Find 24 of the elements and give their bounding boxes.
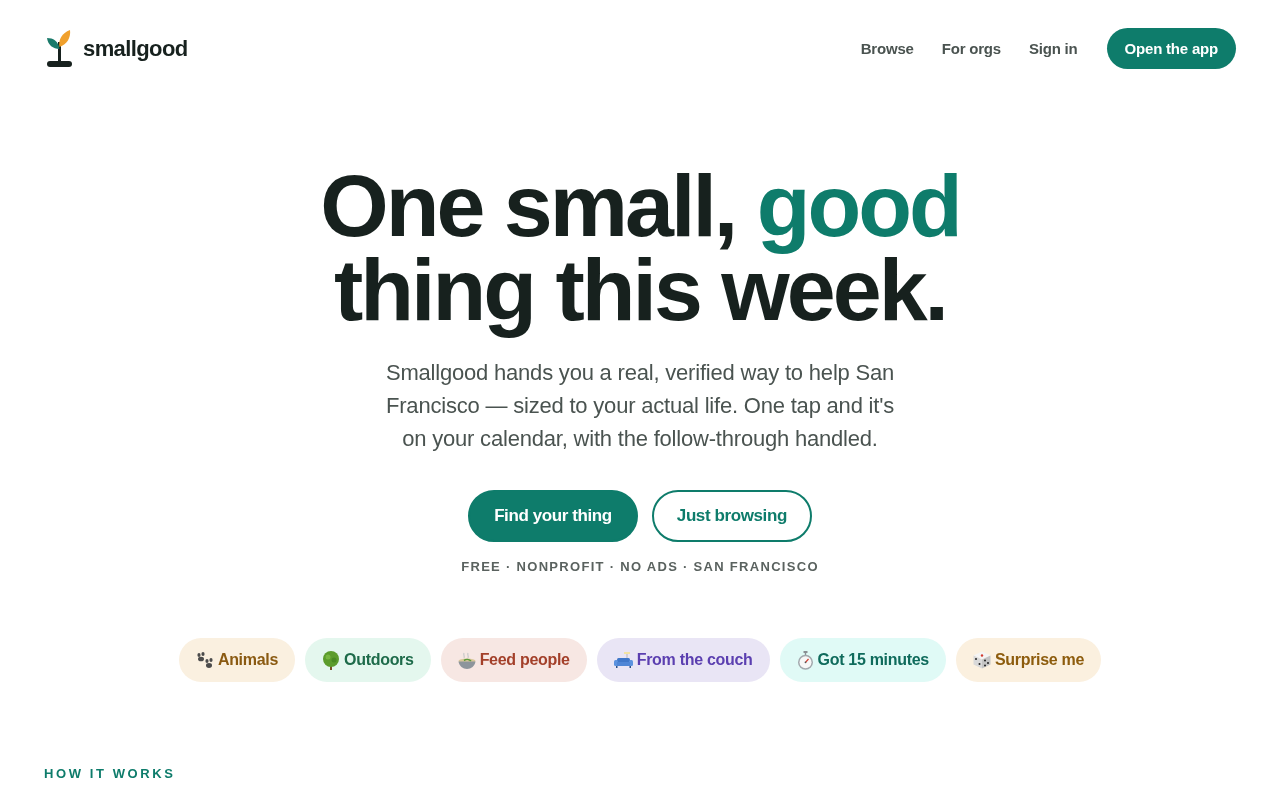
hero-headline: One small, good thing this week. (319, 159, 961, 341)
stopwatch-icon (796, 650, 814, 670)
find-thing-button[interactable]: Find your thing (468, 490, 638, 542)
sprout-logo-icon (47, 30, 72, 67)
category-chip[interactable]: Feed people (440, 638, 587, 682)
section-label: HOW IT WORKS (44, 766, 177, 781)
soup-bowl-icon (457, 651, 476, 669)
nav-link[interactable]: Browse (860, 40, 914, 57)
tree-icon (322, 650, 341, 670)
category-chip[interactable]: Outdoors (305, 638, 431, 682)
browse-outline-button[interactable]: Just browsing (651, 490, 812, 542)
nav-link[interactable]: For orgs (941, 40, 1001, 57)
couch-icon (613, 652, 633, 668)
category-chip[interactable]: From the couch (596, 638, 770, 682)
nav-link[interactable]: Sign in (1028, 40, 1078, 57)
category-chip[interactable]: Animals (178, 638, 296, 682)
dice-icon (972, 651, 991, 669)
brand-logo-link[interactable]: smallgood (47, 30, 188, 67)
category-chip[interactable]: Got 15 minutes (779, 638, 946, 682)
hero-subtitle: Smallgood hands you a real, verified way to help San Francisco — sized to your actual life. One tap and it's on your calendar, with the follow-through handled. (384, 359, 896, 453)
hero-tagline: FREE · NONPROFIT · NO ADS · SAN FRANCISCO (461, 559, 819, 574)
open-app-button[interactable]: Open the app (1106, 28, 1236, 69)
category-chip[interactable]: Surprise me (955, 638, 1102, 682)
paw-prints-icon (195, 651, 214, 669)
